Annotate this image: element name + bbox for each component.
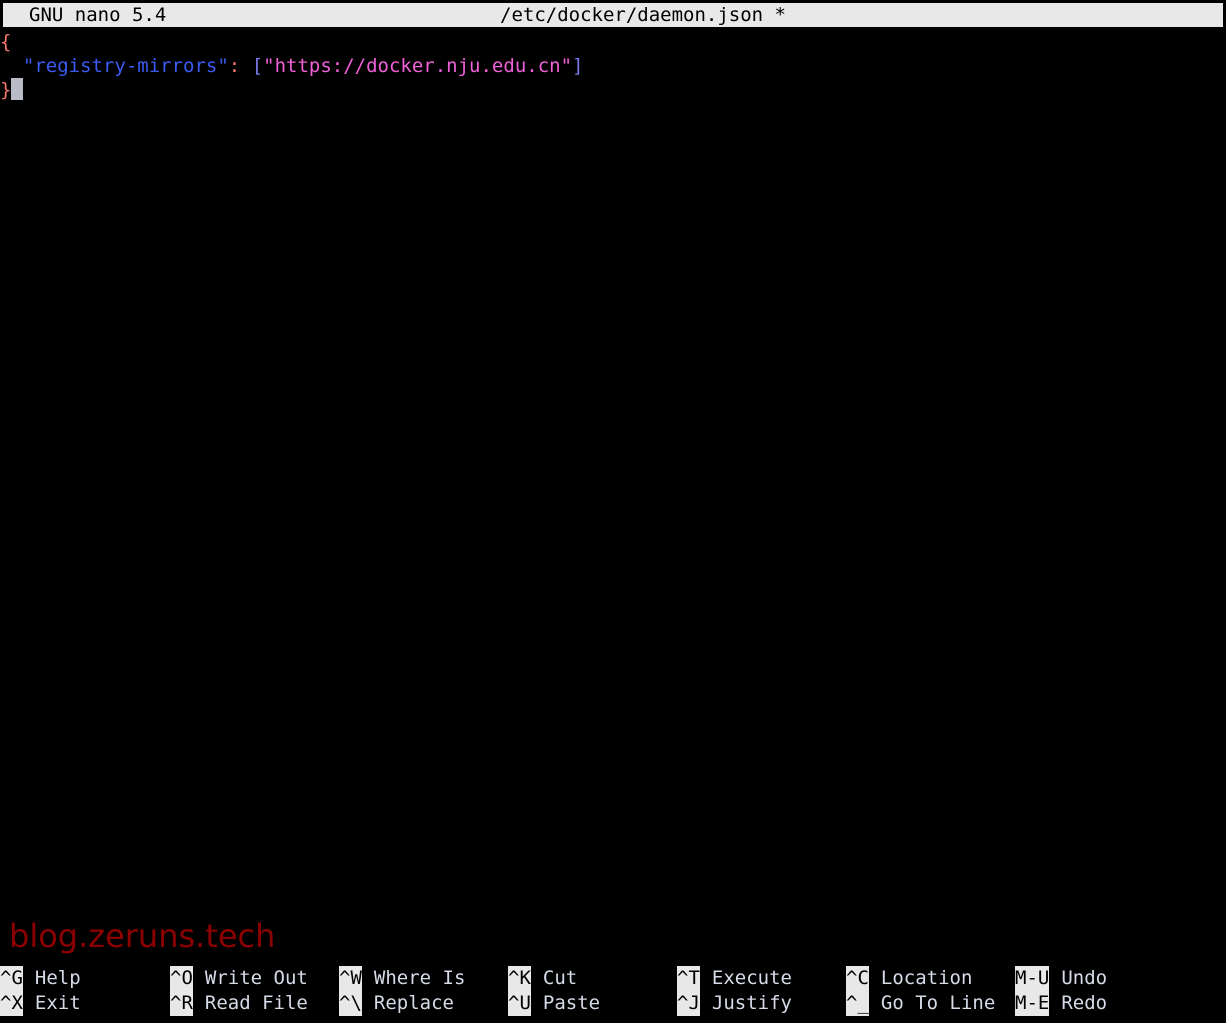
shortcut-key-badge: ^R	[170, 991, 193, 1016]
shortcut-key-badge: ^G	[0, 966, 23, 991]
titlebar: GNU nano 5.4 /etc/docker/daemon.json *	[3, 3, 1223, 27]
editor-token-key: "registry-mirrors"	[22, 55, 229, 77]
shortcut-column: ^O Write Out ^R Read File	[170, 966, 308, 1016]
editor-token-bracket: [	[251, 55, 264, 77]
shortcut-item-help[interactable]: ^G Help	[0, 966, 81, 991]
shortcut-key-badge: ^W	[339, 966, 362, 991]
shortcut-label: Execute	[711, 967, 792, 989]
shortcut-label: Cut	[542, 967, 578, 989]
shortcut-label: Undo	[1061, 967, 1108, 989]
shortcut-column: M-U Undo M-E Redo	[1015, 966, 1107, 1016]
shortcut-label: Paste	[542, 992, 601, 1014]
shortcut-column: ^W Where Is ^\ Replace	[339, 966, 465, 1016]
editor-line[interactable]: {	[0, 30, 1226, 54]
shortcut-label: Exit	[34, 992, 81, 1014]
shortcut-label: Go To Line	[880, 992, 996, 1014]
shortcut-item-cut[interactable]: ^K Cut	[508, 966, 600, 991]
nano-version-label: GNU nano 5.4	[29, 4, 167, 26]
shortcut-column: ^G Help ^X Exit	[0, 966, 81, 1016]
shortcut-column: ^C Location ^_ Go To Line	[846, 966, 995, 1016]
nano-terminal-screen: GNU nano 5.4 /etc/docker/daemon.json * {…	[0, 0, 1226, 1023]
shortcut-item-undo[interactable]: M-U Undo	[1015, 966, 1107, 991]
shortcut-item-write-out[interactable]: ^O Write Out	[170, 966, 308, 991]
editor-token-string: "https://docker.nju.edu.cn"	[263, 55, 573, 77]
shortcut-label: Where Is	[373, 967, 466, 989]
editor-token-punct: :	[228, 55, 241, 77]
watermark-blog-url: blog.zeruns.tech	[9, 917, 276, 955]
shortcut-key-badge: ^X	[0, 991, 23, 1016]
shortcut-key-badge: ^O	[170, 966, 193, 991]
editor-token-plain	[0, 55, 23, 77]
shortcut-key-badge: ^\	[339, 991, 362, 1016]
shortcut-label: Replace	[373, 992, 454, 1014]
editor-text-area[interactable]: { "registry-mirrors": ["https://docker.n…	[0, 30, 1226, 960]
shortcut-column: ^T Execute ^J Justify	[677, 966, 792, 1016]
shortcut-label: Read File	[204, 992, 308, 1014]
shortcut-key-badge: M-U	[1015, 966, 1050, 991]
shortcut-key-badge: ^C	[846, 966, 869, 991]
shortcut-key-bar: ^G Help ^X Exit ^O Write Out ^R Read File ^W Wher…	[0, 966, 1226, 1018]
shortcut-item-paste[interactable]: ^U Paste	[508, 991, 600, 1016]
shortcut-item-go-to-line[interactable]: ^_ Go To Line	[846, 991, 995, 1016]
shortcut-item-redo[interactable]: M-E Redo	[1015, 991, 1107, 1016]
shortcut-item-where-is[interactable]: ^W Where Is	[339, 966, 465, 991]
editor-token-bracket: ]	[572, 55, 584, 77]
shortcut-item-execute[interactable]: ^T Execute	[677, 966, 792, 991]
shortcut-item-read-file[interactable]: ^R Read File	[170, 991, 308, 1016]
shortcut-label: Justify	[711, 992, 792, 1014]
shortcut-key-badge: ^U	[508, 991, 531, 1016]
shortcut-key-badge: M-E	[1015, 991, 1050, 1016]
editor-token-plain	[240, 55, 251, 77]
shortcut-label: Help	[34, 967, 81, 989]
filename-label: /etc/docker/daemon.json *	[500, 4, 786, 26]
editor-token-punct: {	[0, 31, 12, 53]
shortcut-item-justify[interactable]: ^J Justify	[677, 991, 792, 1016]
text-cursor	[11, 78, 24, 100]
shortcut-item-exit[interactable]: ^X Exit	[0, 991, 81, 1016]
shortcut-key-badge: ^J	[677, 991, 700, 1016]
shortcut-key-badge: ^_	[846, 991, 869, 1016]
editor-line[interactable]: "registry-mirrors": ["https://docker.nju…	[0, 54, 1226, 78]
shortcut-key-badge: ^T	[677, 966, 700, 991]
shortcut-label: Location	[880, 967, 973, 989]
shortcut-label: Redo	[1061, 992, 1108, 1014]
shortcut-column: ^K Cut ^U Paste	[508, 966, 600, 1016]
shortcut-item-replace[interactable]: ^\ Replace	[339, 991, 465, 1016]
shortcut-label: Write Out	[204, 967, 308, 989]
editor-token-punct: }	[0, 79, 12, 101]
shortcut-key-badge: ^K	[508, 966, 531, 991]
editor-line[interactable]: }	[0, 78, 1226, 102]
shortcut-item-location[interactable]: ^C Location	[846, 966, 995, 991]
